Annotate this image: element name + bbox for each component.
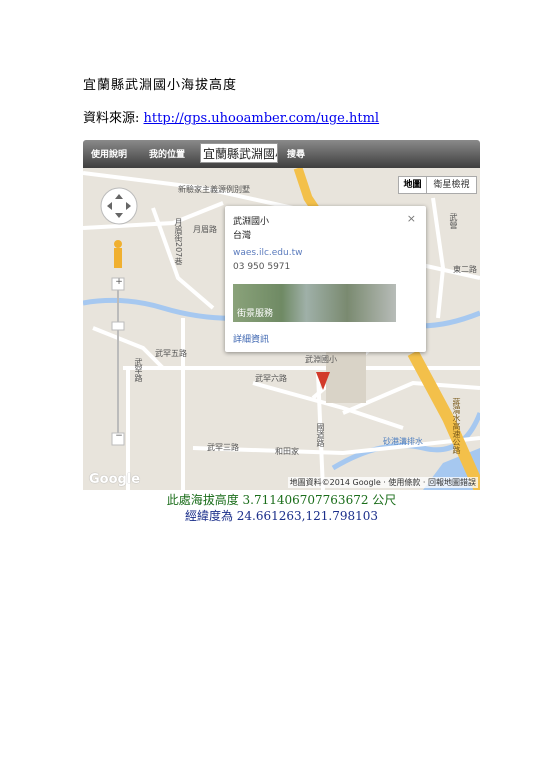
elevation-result: 此處海拔高度 3.71140670776367​2 公尺 — [166, 493, 397, 507]
place-country: 台灣 — [233, 231, 252, 241]
toolbar: 使用說明 我的位置 宜蘭縣武淵國小 搜尋 — [83, 140, 480, 168]
map-label-school: 武淵國小 — [305, 355, 337, 364]
map-label-east2: 東二路 — [453, 265, 477, 274]
map-view[interactable]: + − 地圖 衛星檢視 新驗家主義源例別墅 月眉路 月眉街207巷 武罕五路 武… — [83, 168, 480, 490]
search-input[interactable]: 宜蘭縣武淵國小 — [200, 143, 278, 163]
map-label-east-road: 武營 — [449, 213, 458, 229]
google-logo: Google — [89, 472, 141, 487]
place-phone: 03 950 5971 — [233, 262, 291, 272]
map-label-river: 砂港溝排水 — [383, 437, 423, 446]
map-label-school-lane: 國道路 — [316, 423, 325, 447]
document-source: 資料來源: http://gps.uhooamber.com/uge.html — [83, 107, 379, 126]
zoom-in-button[interactable]: + — [113, 277, 125, 291]
place-name: 武淵國小 — [233, 217, 270, 227]
map-label-station: 新驗家主義源例別墅 — [178, 185, 250, 194]
map-type-map-button[interactable]: 地圖 — [398, 176, 427, 194]
pegman-icon[interactable] — [111, 238, 125, 270]
map-app: 使用說明 我的位置 宜蘭縣武淵國小 搜尋 — [83, 140, 480, 523]
map-label-heitian: 和田家 — [275, 447, 299, 456]
map-label-yueming-alley: 月眉街207巷 — [174, 218, 183, 266]
street-view-label: 街景服務 — [237, 309, 274, 319]
street-view-thumbnail[interactable]: 街景服務 — [233, 284, 396, 322]
map-attribution[interactable]: 地圖資料©2014 Google · 使用條款 · 回報地圖錯誤 — [287, 477, 478, 488]
map-label-wuyuan-three: 武罕三路 — [207, 443, 239, 452]
help-button[interactable]: 使用說明 — [91, 147, 127, 160]
map-label-expressway: 蔣渭水高速公路 — [452, 398, 461, 454]
info-window: × 武淵國小 台灣 waes.ilc.edu.tw 03 950 5971 街景… — [225, 206, 426, 352]
document-title: 宜蘭縣武淵國小海拔高度 — [83, 78, 238, 93]
place-website-link[interactable]: waes.ilc.edu.tw — [233, 248, 302, 258]
details-link[interactable]: 詳細資訊 — [233, 332, 269, 345]
map-type-satellite-button[interactable]: 衛星檢視 — [426, 176, 477, 194]
map-label-wuyuan-six: 武罕六路 — [255, 374, 287, 383]
source-label: 資料來源: — [83, 111, 144, 126]
zoom-out-button[interactable]: − — [113, 431, 125, 445]
map-label-wuyuan-west: 武罕路 — [134, 358, 143, 382]
map-label-wuyuan-road: 武罕五路 — [155, 349, 187, 358]
my-location-button[interactable]: 我的位置 — [149, 147, 185, 160]
map-label-yueming: 月眉路 — [193, 225, 217, 234]
source-link[interactable]: http://gps.uhooamber.com/uge.html — [144, 111, 380, 126]
close-icon[interactable]: × — [407, 212, 416, 225]
coordinates-result: 經緯度為 24.661263,121.798103 — [184, 509, 379, 523]
search-button[interactable]: 搜尋 — [287, 147, 305, 160]
pan-control[interactable] — [101, 188, 137, 224]
